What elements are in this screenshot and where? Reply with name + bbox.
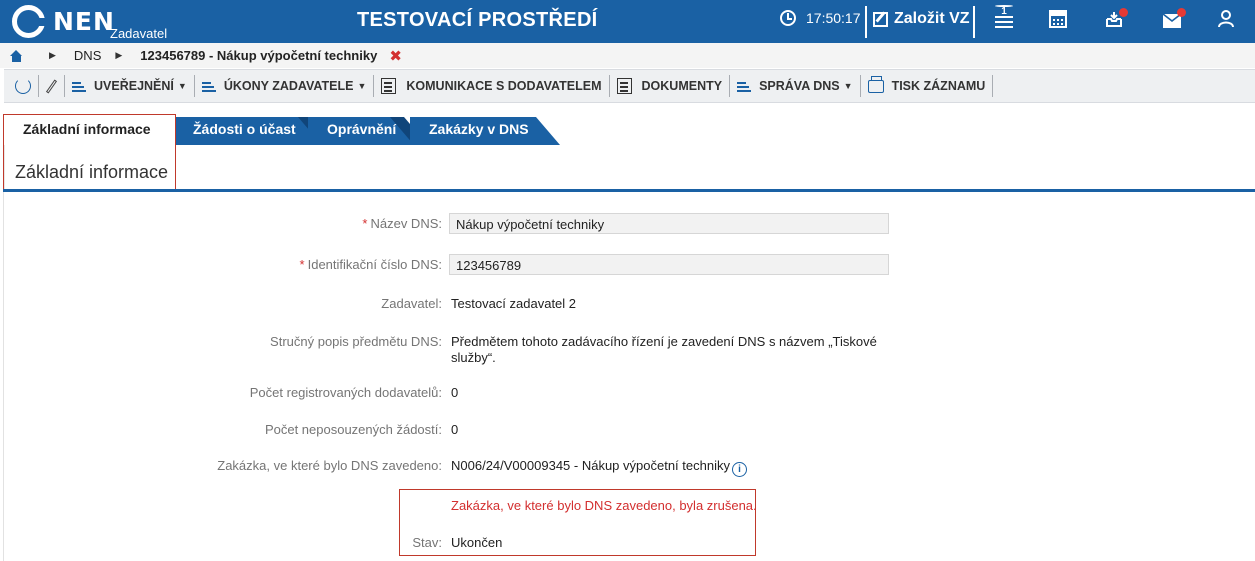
list-icon [737,80,752,92]
name-label: Název DNS: [370,216,442,231]
action-toolbar: UVEŘEJNĚNÍ ▼ ÚKONY ZADAVATELE ▼ KOMUNIKACE… [4,69,1255,103]
caret-down-icon: ▼ [843,81,853,91]
header-divider [973,6,975,38]
mail-icon[interactable] [1158,8,1186,36]
tab-label: Žádosti o účast [193,121,296,137]
actions-menu-label: ÚKONY ZADAVATELE [223,79,354,93]
menu-icon[interactable]: 1 [993,5,1021,36]
communication-label: KOMUNIKACE S DODAVATELEM [406,79,602,93]
chevron-right-icon: ▶ [115,50,123,60]
tab-basic-info[interactable]: Základní informace [3,114,175,145]
caret-down-icon: ▼ [177,81,187,91]
required-marker: * [299,257,305,272]
origin-contract-value: N006/24/V00009345 - Nákup výpočetní tech… [451,458,747,477]
inbox-alert-dot [1119,8,1128,17]
clock-time: 17:50:17 [806,10,861,26]
publish-menu-button[interactable]: UVEŘEJNĚNÍ ▼ [65,74,194,98]
description-value: Předmětem tohoto zadávacího řízení je za… [451,334,877,365]
contracting-authority-label: Zadavatel: [381,296,442,311]
breadcrumb-item-dns[interactable]: DNS [74,48,101,63]
required-marker: * [362,216,368,231]
print-record-button[interactable]: TISK ZÁZNAMU [861,74,993,98]
tab-label: Základní informace [23,121,151,137]
dns-name-field[interactable]: Nákup výpočetní techniky [449,213,889,234]
pencil-icon [45,78,58,94]
calculator-icon[interactable] [1044,8,1072,36]
logo-text: NEN [53,7,115,36]
info-icon[interactable]: i [731,462,747,477]
caret-down-icon: ▼ [357,81,367,91]
content-border [3,192,4,561]
registered-suppliers-value: 0 [451,385,459,400]
top-header: NEN Zadavatel TESTOVACÍ PROSTŘEDÍ 17:50:… [0,0,1255,43]
user-icon[interactable] [1212,8,1240,36]
communication-button[interactable]: KOMUNIKACE S DODAVATELEM [374,74,608,98]
notification-badge: 1 [995,5,1013,17]
tab-contracts-in-dns[interactable]: Zakázky v DNS [410,114,560,145]
close-icon[interactable]: ✖ [389,47,402,65]
documents-button[interactable]: DOKUMENTY [610,74,730,98]
mail-alert-dot [1177,8,1186,17]
dns-id-field[interactable]: 123456789 [449,254,889,275]
dns-management-menu-button[interactable]: SPRÁVA DNS ▼ [730,74,860,98]
breadcrumb-item-current: 123456789 - Nákup výpočetní techniky [140,48,378,63]
list-icon [72,80,86,92]
create-vz-button[interactable]: Založit VZ [873,10,970,28]
id-label: Identifikační číslo DNS: [307,257,442,272]
dns-management-label: SPRÁVA DNS [759,79,840,93]
field-label: * Identifikační číslo DNS: [300,257,442,272]
logo-ring-icon [12,5,46,38]
status-label: Stav: [412,535,442,550]
tab-label: Oprávnění [327,121,397,137]
environment-title: TESTOVACÍ PROSTŘEDÍ [357,9,598,31]
registered-suppliers-label: Počet registrovaných dodavatelů: [249,385,442,400]
print-record-label: TISK ZÁZNAMU [891,79,986,93]
refresh-icon [15,78,31,94]
document-icon [616,78,632,94]
pending-requests-label: Počet neposouzených žádostí: [264,422,442,437]
publish-menu-label: UVEŘEJNĚNÍ [94,79,174,93]
edit-button[interactable] [39,74,64,98]
actions-menu-button[interactable]: ÚKONY ZADAVATELE ▼ [195,74,374,98]
content-header-area [4,145,1255,189]
list-icon [201,80,216,92]
create-vz-label: Založit VZ [894,10,970,27]
document-icon [381,78,397,94]
breadcrumb: ▶ DNS ▶ 123456789 - Nákup výpočetní tech… [0,43,1255,68]
session-clock: 17:50:17 [780,10,861,26]
clock-icon [780,10,796,26]
status-value: Ukončen [451,535,503,550]
logo-subtitle: Zadavatel [110,26,168,41]
header-divider [865,6,867,38]
contracting-authority-value: Testovací zadavatel 2 [451,296,577,311]
toolbar-divider [992,75,994,97]
documents-label: DOKUMENTY [641,79,723,93]
origin-contract-link[interactable]: N006/24/V00009345 - Nákup výpočetní tech… [451,458,730,473]
refresh-button[interactable] [4,74,38,98]
field-label: * Název DNS: [362,216,442,231]
edit-icon [873,11,888,27]
chevron-right-icon: ▶ [49,50,56,60]
section-divider [3,189,1255,192]
description-label: Stručný popis předmětu DNS: [270,334,442,349]
home-icon[interactable] [10,49,23,62]
tab-label: Zakázky v DNS [429,121,529,137]
tab-bar: Žádosti o účast Oprávnění Zakázky v DNS … [0,114,1255,145]
section-title: Základní informace [15,162,169,182]
origin-contract-label: Zakázka, ve které bylo DNS zavedeno: [217,458,442,473]
nen-logo[interactable]: NEN [12,5,115,38]
printer-icon [867,75,884,93]
pending-requests-value: 0 [451,422,459,437]
cancelled-message: Zakázka, ve které bylo DNS zavedeno, byl… [451,498,757,513]
inbox-icon[interactable] [1100,8,1128,36]
